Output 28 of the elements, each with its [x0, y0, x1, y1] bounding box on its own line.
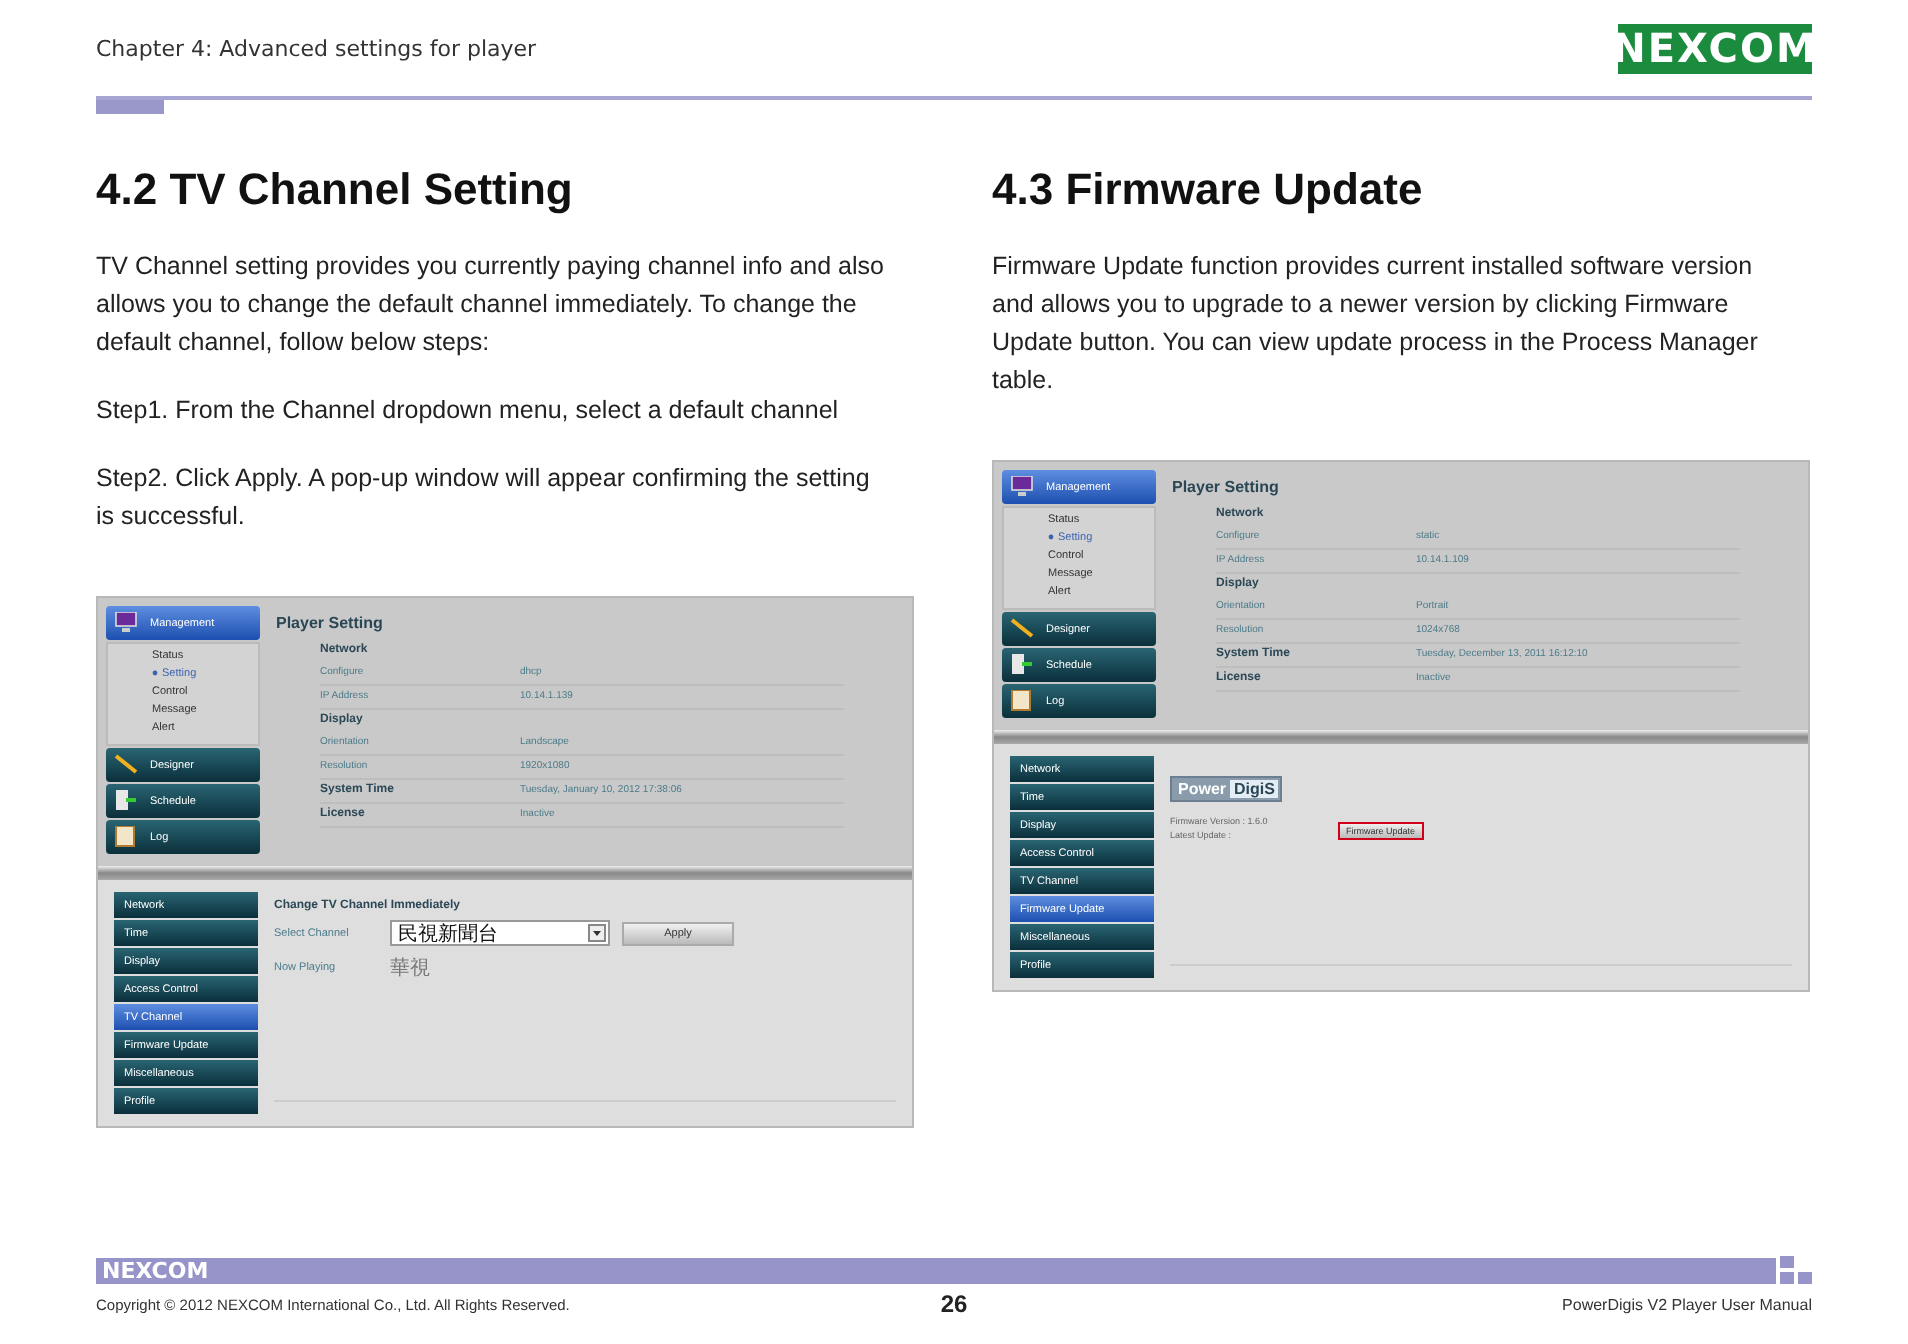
- notebook-icon: [114, 826, 138, 848]
- bullet-icon: [152, 670, 158, 676]
- monitor-icon: [114, 612, 138, 634]
- dropdown-caret-icon: [588, 924, 606, 942]
- pencil-icon: [114, 754, 138, 776]
- monitor-icon: [1010, 476, 1034, 498]
- product-logo: Power DigiS: [1170, 776, 1283, 802]
- pencil-icon: [1010, 618, 1034, 640]
- channel-select[interactable]: 民視新聞台: [390, 920, 610, 946]
- squares-icon: [1780, 1256, 1812, 1284]
- footer-logo: NEXCOM: [102, 1258, 209, 1284]
- document-arrow-icon: [1010, 654, 1034, 676]
- document-arrow-icon: [114, 790, 138, 812]
- body-paragraph: Step2. Click Apply. A pop-up window will appear confirming the setting is successful.: [96, 462, 872, 534]
- notebook-icon: [1010, 690, 1034, 712]
- page-number: 26: [940, 1290, 968, 1318]
- chapter-title: Chapter 4: Advanced settings for player: [96, 35, 537, 61]
- section-heading: 4.3 Firmware Update: [992, 164, 1425, 216]
- body-paragraph: Firmware Update function provides current installed software version and allows you to upgrade to a newer version by clicking Firmware Update button. You can view update process in the Process Manager table.: [992, 250, 1760, 398]
- body-paragraph: TV Channel setting provides you currently paying channel info and also allows you to change the default channel immediately. To change the default channel, follow below steps:: [96, 250, 886, 360]
- manual-title: PowerDigis V2 Player User Manual: [1560, 1295, 1812, 1313]
- settings-title: Player Setting: [276, 614, 385, 632]
- section-heading: 4.2 TV Channel Setting: [96, 164, 575, 216]
- company-logo: NEXCOM: [1618, 23, 1812, 73]
- settings-title: Player Setting: [1172, 478, 1281, 496]
- bullet-icon: [1048, 534, 1054, 540]
- body-paragraph: Step1. From the Channel dropdown menu, select a default channel: [96, 394, 841, 428]
- now-playing-value: 華視: [390, 955, 430, 982]
